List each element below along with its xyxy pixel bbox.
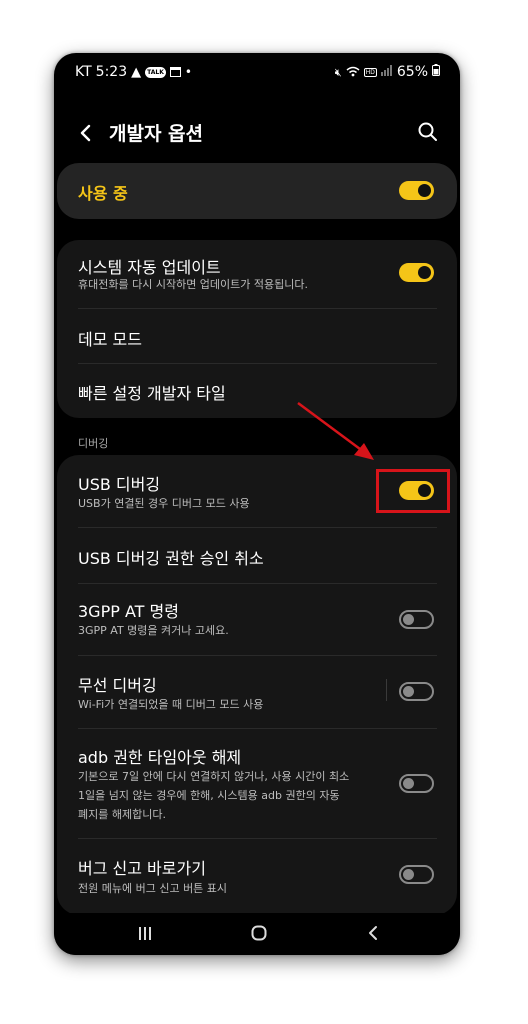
main-switch-card[interactable]: 사용 중: [57, 163, 457, 219]
row-subtitle-line: 기본으로 7일 안에 다시 연결하지 않거나, 사용 시간이 최소: [78, 770, 350, 783]
list-item-system-auto-update[interactable]: 시스템 자동 업데이트 휴대전화를 다시 시작하면 업데이트가 적용됩니다.: [57, 240, 457, 306]
list-item-3gpp-at-command[interactable]: 3GPP AT 명령 3GPP AT 명령을 켜거나 고세요.: [57, 584, 457, 654]
row-subtitle: Wi-Fi가 연결되었을 때 디버그 모드 사용: [78, 698, 264, 711]
row-title: adb 권한 타임아웃 해제: [78, 748, 242, 767]
mute-icon: 🔇︎: [334, 65, 342, 79]
volte-icon: HD: [363, 67, 377, 77]
battery-percent: 65%: [396, 64, 428, 80]
wireless-debugging-toggle[interactable]: [399, 682, 434, 701]
list-item-revoke-usb-auth[interactable]: USB 디버깅 권한 승인 취소: [57, 528, 457, 582]
toggle-knob: [418, 184, 431, 197]
status-left: KT 5:23 ▲ TALK •: [75, 64, 192, 80]
warning-icon: ▲: [131, 64, 142, 80]
recents-icon[interactable]: [130, 919, 160, 947]
battery-icon: [432, 64, 440, 80]
home-icon[interactable]: [244, 919, 274, 947]
search-icon[interactable]: [416, 120, 440, 144]
carrier-label: KT: [75, 64, 92, 80]
list-item-qs-developer-tiles[interactable]: 빠른 설정 개발자 타일: [57, 364, 457, 418]
row-title: 3GPP AT 명령: [78, 602, 179, 621]
list-item-demo-mode[interactable]: 데모 모드: [57, 309, 457, 363]
status-bar: KT 5:23 ▲ TALK • 🔇︎ HD 65%: [54, 53, 460, 91]
adb-auth-timeout-toggle[interactable]: [399, 774, 434, 793]
row-title: 무선 디버깅: [78, 676, 157, 695]
main-switch-label: 사용 중: [78, 184, 128, 203]
wifi-icon: [346, 66, 360, 79]
list-item-adb-auth-timeout[interactable]: adb 권한 타임아웃 해제 기본으로 7일 안에 다시 연결하지 않거나, 사…: [57, 729, 457, 837]
row-subtitle: USB가 연결된 경우 디버그 모드 사용: [78, 497, 250, 510]
main-switch-toggle[interactable]: [399, 181, 434, 200]
status-right: 🔇︎ HD 65%: [335, 64, 440, 80]
row-subtitle: 3GPP AT 명령을 켜거나 고세요.: [78, 624, 229, 637]
app-header: 개발자 옵션: [54, 113, 460, 153]
toggle-knob: [403, 778, 414, 789]
list-item-bug-report-shortcut[interactable]: 버그 신고 바로가기 전원 메뉴에 버그 신고 버튼 표시: [57, 839, 457, 915]
navigation-bar: [54, 913, 460, 955]
general-settings-card: 시스템 자동 업데이트 휴대전화를 다시 시작하면 업데이트가 적용됩니다. 데…: [57, 240, 457, 418]
system-auto-update-toggle[interactable]: [399, 263, 434, 282]
page-title: 개발자 옵션: [109, 123, 204, 145]
calendar-icon: [169, 67, 181, 77]
3gpp-at-command-toggle[interactable]: [399, 610, 434, 629]
section-label-debugging: 디버깅: [78, 437, 109, 450]
time-label: 5:23: [95, 64, 128, 80]
row-title: USB 디버깅: [78, 475, 161, 494]
nav-back-icon[interactable]: [359, 919, 389, 947]
row-title: 빠른 설정 개발자 타일: [78, 384, 226, 403]
debugging-card: USB 디버깅 USB가 연결된 경우 디버그 모드 사용 USB 디버깅 권한…: [57, 455, 457, 915]
bug-report-shortcut-toggle[interactable]: [399, 865, 434, 884]
notification-dot: •: [184, 65, 192, 79]
toggle-knob: [418, 266, 431, 279]
row-subtitle-line: 1일을 넘지 않는 경우에 한해, 시스템용 adb 권한의 자동: [78, 789, 340, 802]
row-title: 데모 모드: [78, 330, 142, 349]
toggle-knob: [403, 686, 414, 697]
back-icon[interactable]: [74, 121, 98, 145]
row-subtitle: 휴대전화를 다시 시작하면 업데이트가 적용됩니다.: [78, 278, 309, 291]
row-title: 버그 신고 바로가기: [78, 859, 206, 878]
vertical-separator: [386, 679, 387, 701]
row-subtitle-line: 폐지를 해제합니다.: [78, 808, 166, 821]
signal-icon: [380, 64, 393, 80]
row-subtitle: 전원 메뉴에 버그 신고 버튼 표시: [78, 882, 228, 895]
list-item-wireless-debugging[interactable]: 무선 디버깅 Wi-Fi가 연결되었을 때 디버그 모드 사용: [57, 656, 457, 728]
toggle-knob: [403, 614, 414, 625]
row-title: USB 디버깅 권한 승인 취소: [78, 549, 264, 568]
talk-icon: TALK: [145, 66, 166, 78]
annotation-highlight-box: [376, 469, 450, 513]
toggle-knob: [403, 869, 414, 880]
